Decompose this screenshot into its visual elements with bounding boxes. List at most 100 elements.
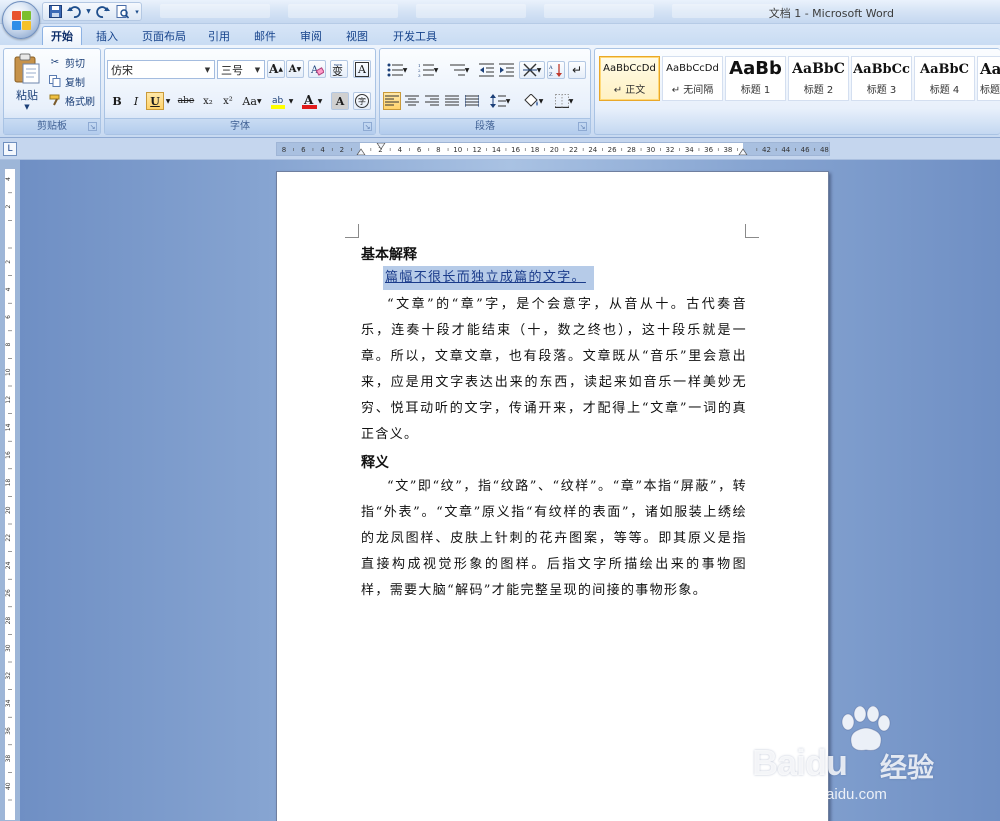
underline-dropdown-icon[interactable]: ▼ — [164, 92, 172, 110]
scissors-icon: ✂ — [50, 56, 60, 68]
vertical-ruler-label: 32 — [5, 672, 12, 680]
numbering-button[interactable]: 1 2 3 ▼ — [414, 61, 442, 79]
font-group-label: 字体 — [105, 118, 375, 134]
tab-review[interactable]: 审阅 — [294, 26, 328, 45]
style-name: ↵ 无间隔 — [671, 85, 714, 96]
distributed-button[interactable] — [463, 92, 481, 110]
bold-button[interactable]: B — [108, 92, 126, 110]
character-border-button[interactable]: A — [353, 60, 371, 78]
style-heading-2[interactable]: AaBbC 标题 2 — [788, 56, 849, 101]
chinese-layout-button[interactable]: ▼ — [519, 61, 545, 79]
cut-label: 剪切 — [65, 58, 85, 70]
style-title[interactable]: Aa 标题 — [977, 56, 1000, 101]
bullets-button[interactable]: ▼ — [383, 61, 411, 79]
chinese-layout-icon — [522, 63, 537, 77]
style-heading-3[interactable]: AaBbCc 标题 3 — [851, 56, 912, 101]
clipboard-launcher-icon[interactable]: ↘ — [88, 122, 97, 131]
first-line-indent-marker[interactable] — [356, 148, 366, 155]
superscript-button[interactable]: x² — [219, 92, 237, 110]
tab-mailings[interactable]: 邮件 — [248, 26, 282, 45]
heading-definition[interactable]: 释义 — [361, 452, 747, 472]
tab-view[interactable]: 视图 — [340, 26, 374, 45]
vertical-ruler-label: 6 — [5, 315, 12, 319]
tab-insert[interactable]: 插入 — [90, 26, 124, 45]
enclose-characters-button[interactable]: 字 — [353, 92, 371, 110]
grow-font-button[interactable]: A ▲ — [267, 60, 285, 78]
vertical-ruler-label: 4 — [5, 287, 12, 291]
tab-page-layout[interactable]: 页面布局 — [136, 26, 192, 45]
cut-button[interactable]: ✂ 剪切 — [48, 53, 85, 71]
paragraph-launcher-icon[interactable]: ↘ — [578, 122, 587, 131]
enclose-characters-icon: 字 — [355, 94, 369, 108]
tab-home[interactable]: 开始 — [42, 26, 82, 45]
align-left-button[interactable] — [383, 92, 401, 110]
tab-stop-selector[interactable]: L — [3, 142, 17, 156]
chevron-down-icon[interactable]: ▼ — [252, 62, 263, 77]
increase-indent-icon — [498, 63, 514, 77]
paragraph-group: ▼ 1 2 3 ▼ ▼ ▼ AZ ↵ ▼ ▼ ▼ 段落 ↘ — [379, 48, 591, 135]
increase-indent-button[interactable] — [497, 61, 515, 79]
undo-dropdown-icon[interactable]: ▼ — [85, 4, 92, 20]
italic-button[interactable]: I — [127, 92, 145, 110]
shrink-font-button[interactable]: A ▼ — [286, 60, 304, 78]
chevron-down-icon[interactable]: ▼ — [289, 98, 294, 105]
underline-button[interactable]: U — [146, 92, 164, 110]
subscript-button[interactable]: x₂ — [199, 92, 217, 110]
multilevel-list-button[interactable]: ▼ — [445, 61, 473, 79]
chevron-down-icon[interactable]: ▼ — [202, 62, 213, 77]
change-case-button[interactable]: Aa ▼ — [239, 92, 265, 110]
paragraph-1[interactable]: “文章”的“章”字，是个会意字，从音从十。古代奏音乐，连奏十段才能结束（十，数之… — [361, 292, 747, 448]
highlight-color-button[interactable]: ab ▼ — [269, 92, 295, 110]
ruler-label: 22 — [569, 146, 578, 154]
ruler-label: 48 — [820, 146, 829, 154]
style-no-spacing[interactable]: AaBbCcDd ↵ 无间隔 — [662, 56, 723, 101]
vertical-ruler-label: 10 — [5, 368, 12, 376]
align-right-button[interactable] — [423, 92, 441, 110]
phonetic-guide-button[interactable]: 变 wen — [330, 60, 348, 78]
horizontal-ruler[interactable]: 8 6 4 2 2 4 6 8 10 12 14 16 18 20 22 24 26 28 30 32 34 36 38 42… — [276, 142, 830, 156]
font-name-combo[interactable]: 仿宋 ▼ — [107, 60, 215, 79]
show-formatting-marks-button[interactable]: ↵ — [568, 61, 586, 79]
selected-text[interactable]: 篇幅不很长而独立成篇的文字。 — [383, 266, 594, 290]
vertical-ruler[interactable]: 4 2 2 4 6 8 10 12 14 16 18 20 22 24 26 28 30 32 34 36 38 40 — [4, 168, 16, 821]
right-indent-marker[interactable] — [738, 148, 748, 155]
sort-button[interactable]: AZ — [547, 61, 565, 79]
office-button[interactable] — [2, 1, 40, 39]
paragraph-2[interactable]: “文”即“纹”，指“纹路”、“纹样”。“章”本指“屏蔽”，转指“外表”。“文章”… — [361, 474, 747, 604]
ruler-label: 46 — [801, 146, 810, 154]
paste-button[interactable]: 粘贴 ▼ — [9, 53, 45, 111]
ruler-label: 8 — [282, 146, 286, 154]
customize-qat-icon[interactable]: ▾ — [133, 4, 141, 20]
font-color-button[interactable]: A ▼ — [299, 92, 325, 110]
line-spacing-button[interactable]: ▼ — [486, 92, 514, 110]
font-launcher-icon[interactable]: ↘ — [363, 122, 372, 131]
style-normal[interactable]: AaBbCcDd ↵ 正文 — [599, 56, 660, 101]
print-preview-icon[interactable] — [114, 4, 130, 20]
format-painter-button[interactable]: 格式刷 — [48, 91, 95, 109]
align-right-icon — [425, 95, 439, 107]
chevron-down-icon[interactable]: ▼ — [318, 98, 323, 105]
copy-button[interactable]: 复制 — [48, 72, 85, 90]
shading-button[interactable]: ▼ — [519, 92, 547, 110]
clear-formatting-button[interactable]: A — [308, 60, 326, 78]
copy-icon — [48, 74, 62, 88]
borders-button[interactable]: ▼ — [550, 92, 578, 110]
style-heading-4[interactable]: AaBbC 标题 4 — [914, 56, 975, 101]
character-shading-button[interactable]: A — [331, 92, 349, 110]
document-page[interactable]: 基本解释 篇幅不很长而独立成篇的文字。 “文章”的“章”字，是个会意字，从音从十… — [276, 171, 829, 821]
heading-basic-explanation[interactable]: 基本解释 — [361, 244, 747, 264]
font-size-combo[interactable]: 三号 ▼ — [217, 60, 265, 79]
justify-button[interactable] — [443, 92, 461, 110]
tab-developer[interactable]: 开发工具 — [386, 26, 444, 45]
window-title: 文档 1 - Microsoft Word — [768, 7, 894, 20]
save-icon[interactable] — [47, 4, 63, 20]
paste-dropdown-icon[interactable]: ▼ — [24, 103, 29, 111]
style-heading-1[interactable]: AaBb 标题 1 — [725, 56, 786, 101]
redo-icon[interactable] — [95, 4, 111, 20]
tab-references[interactable]: 引用 — [202, 26, 236, 45]
align-center-button[interactable] — [403, 92, 421, 110]
decrease-indent-button[interactable] — [477, 61, 495, 79]
undo-icon[interactable] — [66, 4, 82, 20]
strikethrough-button[interactable]: abe — [175, 92, 197, 110]
ruler-label: 4 — [320, 146, 325, 154]
